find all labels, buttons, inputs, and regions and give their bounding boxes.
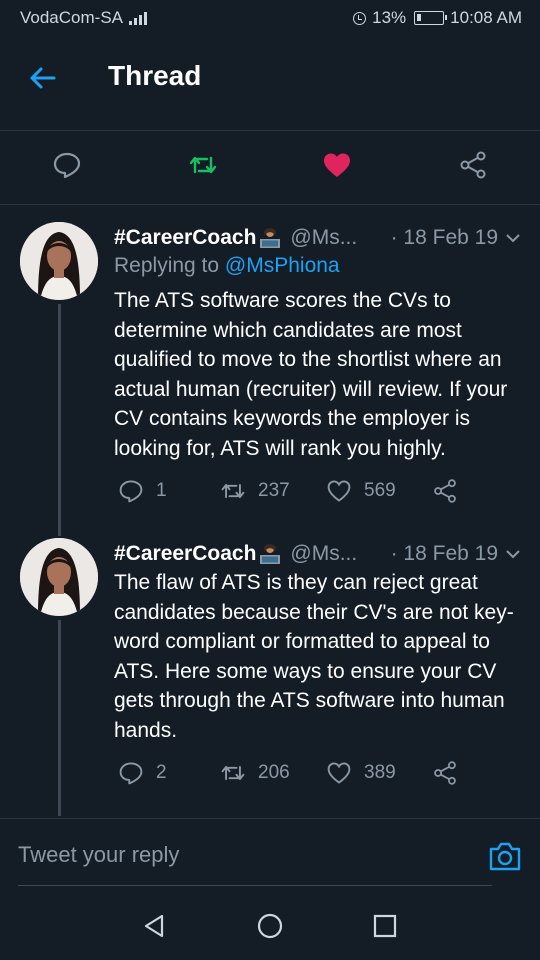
- carrier-name: VodaCom-SA: [20, 8, 123, 27]
- like-count: 389: [364, 762, 396, 783]
- like-icon: [327, 480, 351, 502]
- retweet-icon: [221, 765, 245, 781]
- battery-icon: [414, 11, 448, 25]
- tweet-header: #CareerCoach @Ms... · 18 Feb 19: [114, 222, 522, 254]
- main-tweet-actions: [0, 132, 540, 202]
- tweet-text: The flaw of ATS is they can reject great…: [114, 571, 514, 742]
- reply-input[interactable]: Tweet your reply: [18, 842, 179, 868]
- tweet-item[interactable]: #CareerCoach @Ms... · 18 Feb 19 The flaw…: [0, 538, 540, 808]
- reply-count: 1: [156, 480, 167, 501]
- reply-icon[interactable]: [52, 150, 82, 180]
- share-icon: [434, 479, 456, 503]
- thread-header: Thread: [0, 40, 540, 120]
- retweet-button[interactable]: 206: [220, 760, 290, 786]
- technologist-emoji-icon: [258, 544, 282, 564]
- system-nav-bar: [0, 895, 540, 960]
- like-icon[interactable]: [322, 150, 352, 180]
- tweet-actions: 2 206 389: [114, 760, 526, 790]
- retweet-count: 206: [258, 762, 290, 783]
- recents-square-icon[interactable]: [370, 911, 400, 941]
- display-name[interactable]: #CareerCoach: [114, 542, 256, 566]
- user-handle[interactable]: @Ms...: [290, 226, 357, 250]
- avatar[interactable]: [20, 222, 98, 300]
- avatar[interactable]: [20, 538, 98, 616]
- actions-divider: [0, 204, 540, 205]
- reply-divider: [0, 818, 540, 819]
- tweet-item[interactable]: #CareerCoach @Ms... · 18 Feb 19 Replying…: [0, 222, 540, 522]
- retweet-icon[interactable]: [188, 150, 218, 180]
- status-bar: VodaCom-SA 13% 10:08 AM: [0, 0, 540, 36]
- header-divider: [0, 130, 540, 131]
- battery-percent: 13%: [372, 8, 407, 27]
- like-icon: [327, 762, 351, 784]
- reply-icon: [119, 762, 143, 785]
- replying-to-prefix: Replying to: [114, 254, 225, 277]
- share-icon[interactable]: [458, 150, 488, 180]
- reply-button[interactable]: 2: [118, 760, 167, 786]
- mention-link[interactable]: @MsPhiona: [225, 254, 340, 277]
- tweet-header: #CareerCoach @Ms... · 18 Feb 19: [114, 538, 522, 570]
- reply-button[interactable]: 1: [118, 478, 167, 504]
- tweet-actions: 1 237 569: [114, 478, 526, 508]
- tweet-text: The ATS software scores the CVs to deter…: [114, 289, 508, 460]
- user-handle[interactable]: @Ms...: [290, 542, 357, 566]
- signal-icon: [129, 11, 147, 25]
- camera-icon[interactable]: [488, 840, 522, 872]
- chevron-down-icon[interactable]: [504, 229, 522, 247]
- tweet-date: · 18 Feb 19: [390, 226, 498, 249]
- status-time: 10:08 AM: [450, 8, 522, 27]
- home-circle-icon[interactable]: [255, 911, 285, 941]
- like-button[interactable]: 569: [326, 478, 396, 504]
- chevron-down-icon[interactable]: [504, 545, 522, 563]
- tweet-date: · 18 Feb 19: [390, 542, 498, 565]
- share-icon: [434, 761, 456, 785]
- arrow-left-icon[interactable]: [28, 64, 56, 92]
- share-button[interactable]: [432, 760, 458, 786]
- reply-underline: [18, 885, 492, 886]
- reply-count: 2: [156, 762, 167, 783]
- status-right: 13% 10:08 AM: [353, 8, 522, 28]
- reply-icon: [119, 480, 143, 503]
- status-left: VodaCom-SA: [20, 8, 147, 28]
- retweet-icon: [221, 483, 245, 499]
- alarm-clock-icon: [353, 11, 367, 25]
- reply-composer: Tweet your reply: [0, 820, 540, 890]
- retweet-count: 237: [258, 480, 290, 501]
- like-count: 569: [364, 480, 396, 501]
- replying-to: Replying to @MsPhiona: [114, 254, 340, 278]
- retweet-button[interactable]: 237: [220, 478, 290, 504]
- page-title: Thread: [108, 60, 202, 91]
- like-button[interactable]: 389: [326, 760, 396, 786]
- share-button[interactable]: [432, 478, 458, 504]
- display-name[interactable]: #CareerCoach: [114, 226, 256, 250]
- technologist-emoji-icon: [258, 228, 282, 248]
- back-triangle-icon[interactable]: [140, 911, 170, 941]
